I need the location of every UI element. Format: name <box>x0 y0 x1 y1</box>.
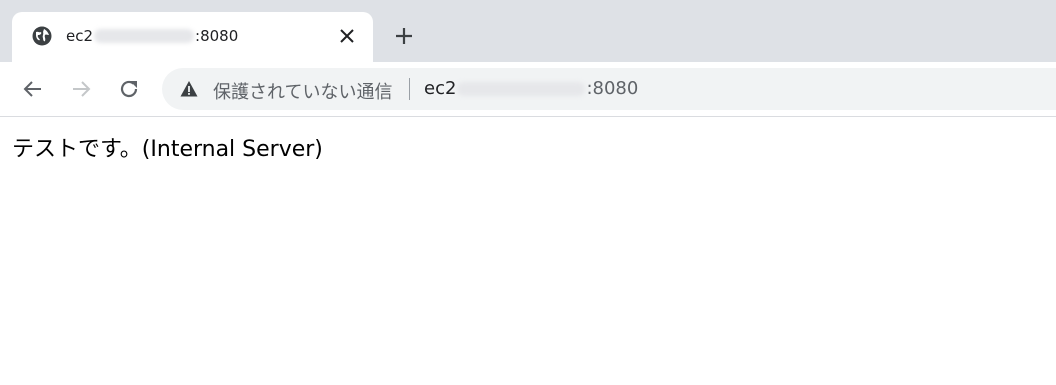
omnibox-separator <box>409 78 410 100</box>
redacted-hostname <box>94 29 195 43</box>
plus-icon[interactable] <box>394 26 414 46</box>
tab-title: ec2 :8080 <box>66 27 238 45</box>
close-icon[interactable] <box>339 28 355 44</box>
tab-strip: ec2 :8080 <box>0 0 1056 62</box>
address-bar[interactable]: 保護されていない通信 ec2 :8080 <box>162 68 1056 110</box>
tab-title-prefix: ec2 <box>66 27 94 45</box>
browser-toolbar: 保護されていない通信 ec2 :8080 <box>0 62 1056 117</box>
url-prefix: ec2 <box>424 78 457 99</box>
redacted-hostname <box>457 81 586 96</box>
tab-title-suffix: :8080 <box>195 27 239 45</box>
browser-tab[interactable]: ec2 :8080 <box>12 12 373 62</box>
arrow-right-icon[interactable] <box>69 77 93 101</box>
security-status-text[interactable]: 保護されていない通信 <box>213 78 392 104</box>
reload-icon[interactable] <box>117 77 141 101</box>
globe-icon <box>32 26 52 46</box>
arrow-left-icon[interactable] <box>21 77 45 101</box>
url-text[interactable]: ec2 :8080 <box>424 78 638 99</box>
warning-triangle-icon[interactable] <box>180 80 198 98</box>
url-suffix: :8080 <box>586 78 639 99</box>
page-content-text: テストです。(Internal Server) <box>12 137 323 162</box>
